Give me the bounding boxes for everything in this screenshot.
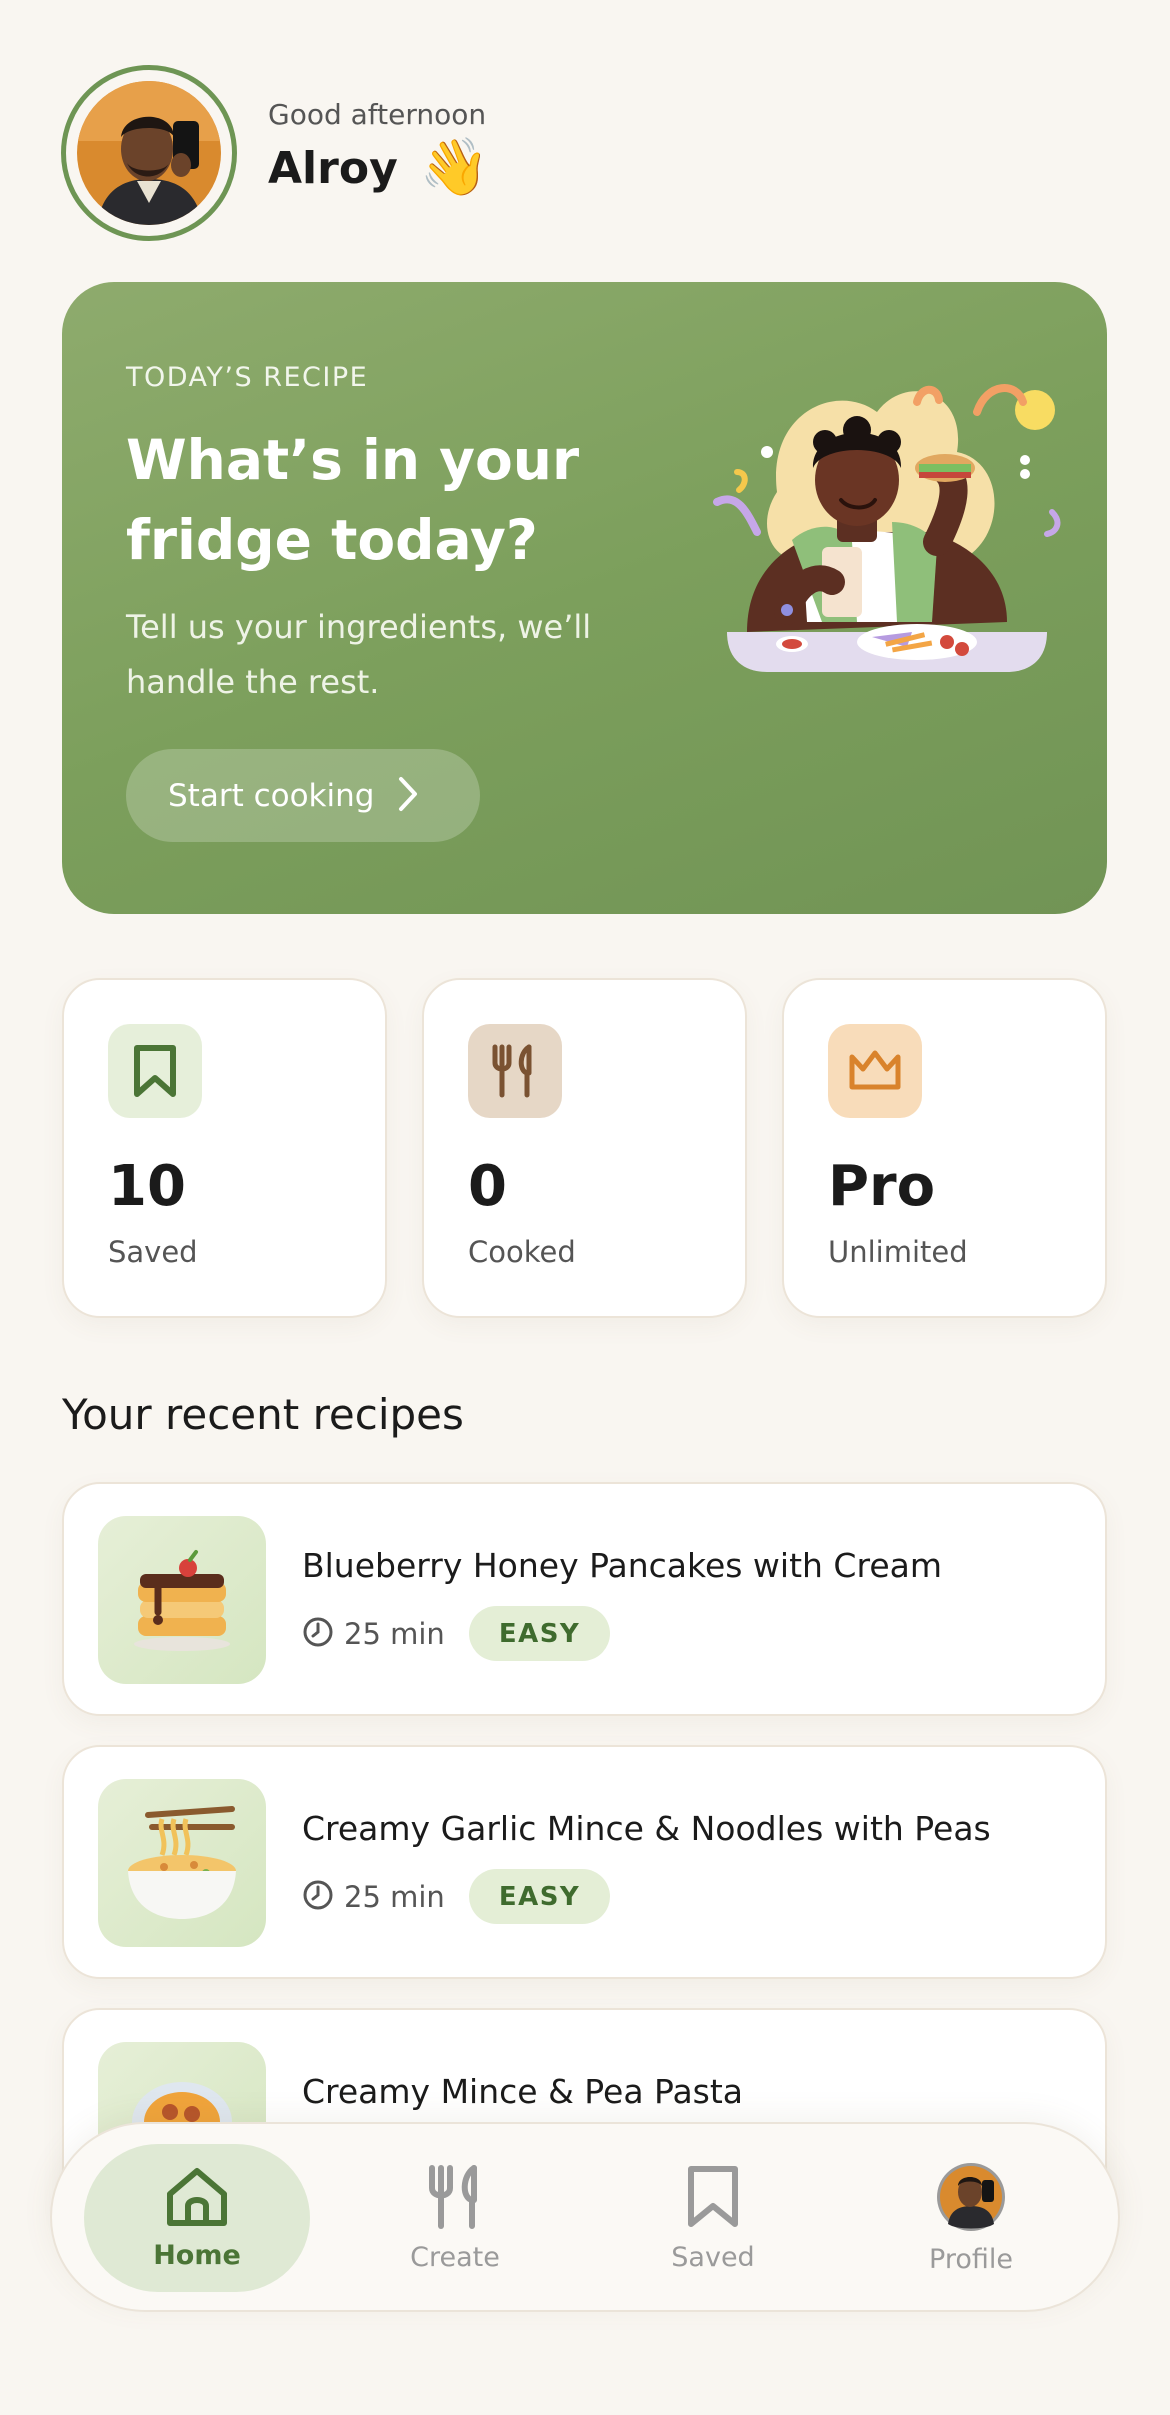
user-name: Alroy (268, 142, 398, 194)
utensils-icon (468, 1024, 562, 1118)
user-avatar[interactable] (61, 65, 237, 241)
home-icon (164, 2166, 230, 2232)
hero-eyebrow: TODAY’S RECIPE (126, 362, 369, 393)
cooked-label: Cooked (468, 1235, 576, 1269)
utensils-icon (422, 2164, 488, 2234)
todays-recipe-card: TODAY’S RECIPE What’s in your fridge tod… (62, 282, 1107, 914)
hero-title: What’s in your fridge today? (126, 428, 580, 572)
bottom-navigation: Home Create Saved Profile (50, 2122, 1120, 2312)
start-cooking-button[interactable]: Start cooking (126, 749, 480, 842)
recipe-title: Creamy Mince & Pea Pasta (302, 2072, 744, 2111)
greeting-text: Good afternoon (268, 98, 487, 131)
avatar (936, 2162, 1006, 2236)
plan-value: Pro (828, 1154, 936, 1219)
recipe-meta: 25 min EASY (302, 1606, 611, 1661)
nav-saved-label: Saved (671, 2241, 755, 2273)
waving-hand-icon: 👋 (419, 135, 490, 200)
recipe-meta: 25 min EASY (302, 1869, 611, 1924)
recipe-title: Blueberry Honey Pancakes with Cream (302, 1546, 942, 1585)
clock-icon (302, 1879, 334, 1915)
stat-card-cooked[interactable]: 0 Cooked (422, 978, 747, 1318)
bookmark-icon (683, 2164, 743, 2234)
stat-card-saved[interactable]: 10 Saved (62, 978, 387, 1318)
saved-count: 10 (108, 1154, 186, 1219)
nav-home[interactable]: Home (84, 2144, 310, 2292)
plan-label: Unlimited (828, 1235, 968, 1269)
recent-recipes-heading: Your recent recipes (62, 1390, 464, 1439)
difficulty-badge: EASY (468, 1869, 611, 1924)
avatar-photo (77, 81, 221, 225)
nav-profile-label: Profile (929, 2243, 1013, 2275)
nav-create-label: Create (410, 2241, 500, 2273)
recipe-card[interactable]: Creamy Garlic Mince & Noodles with Peas … (62, 1745, 1107, 1979)
nav-create[interactable]: Create (342, 2144, 568, 2292)
cooked-count: 0 (468, 1154, 507, 1219)
nav-profile[interactable]: Profile (858, 2144, 1084, 2292)
saved-label: Saved (108, 1235, 198, 1269)
greeting-name-row: Alroy 👋 (268, 140, 489, 196)
stat-card-plan[interactable]: Pro Unlimited (782, 978, 1107, 1318)
hero-subtitle: Tell us your ingredients, we’ll handle t… (126, 608, 592, 701)
pancakes-thumbnail (98, 1516, 266, 1684)
crown-icon (828, 1024, 922, 1118)
noodles-thumbnail (98, 1779, 266, 1947)
recipe-time: 25 min (344, 1616, 445, 1651)
nav-home-label: Home (153, 2239, 241, 2271)
clock-icon (302, 1616, 334, 1652)
start-cooking-label: Start cooking (168, 777, 375, 814)
nav-saved[interactable]: Saved (600, 2144, 826, 2292)
recipe-title: Creamy Garlic Mince & Noodles with Peas (302, 1809, 991, 1848)
difficulty-badge: EASY (468, 1606, 611, 1661)
bookmark-icon (108, 1024, 202, 1118)
recipe-time: 25 min (344, 1879, 445, 1914)
person-eating-illustration (707, 372, 1087, 692)
chevron-right-icon (396, 775, 420, 817)
recipe-card[interactable]: Blueberry Honey Pancakes with Cream 25 m… (62, 1482, 1107, 1716)
